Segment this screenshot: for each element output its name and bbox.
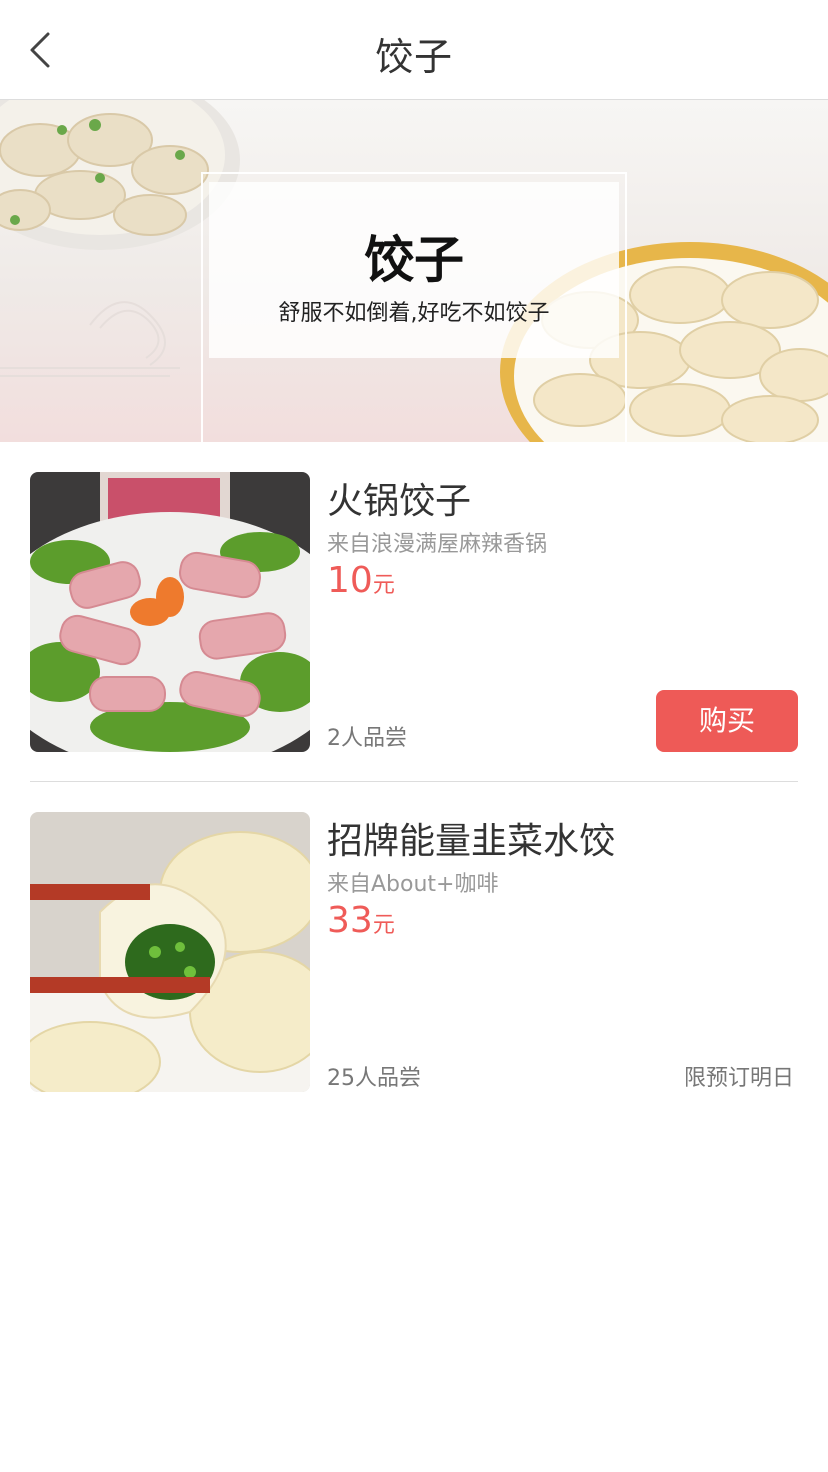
list-item[interactable]: 招牌能量韭菜水饺 来自About+咖啡 33元 25人品尝 限预订明日: [30, 812, 798, 1092]
product-source: 来自About+咖啡: [327, 872, 499, 897]
banner-title: 饺子: [364, 230, 464, 289]
product-image: [30, 812, 310, 1092]
buy-button[interactable]: 购买: [656, 690, 798, 752]
product-name[interactable]: 招牌能量韭菜水饺: [327, 812, 615, 864]
product-price: 10元: [327, 560, 395, 601]
product-source: 来自浪漫满屋麻辣香锅: [327, 532, 548, 557]
price-value: 33: [327, 900, 373, 941]
product-image: [30, 472, 310, 752]
list-item[interactable]: 火锅饺子 来自浪漫满屋麻辣香锅 10元 2人品尝 购买: [30, 472, 798, 752]
price-unit: 元: [372, 573, 395, 598]
preorder-note: 限预订明日: [683, 1066, 794, 1091]
nav-bar: 饺子: [0, 0, 828, 100]
price-unit: 元: [372, 913, 395, 938]
divider: [30, 781, 798, 782]
price-value: 10: [327, 560, 373, 601]
category-banner: 饺子 舒服不如倒着,好吃不如饺子: [0, 100, 828, 442]
page-title: 饺子: [374, 35, 453, 79]
banner-subtitle: 舒服不如倒着,好吃不如饺子: [278, 301, 550, 326]
tasted-count: 25人品尝: [327, 1066, 421, 1091]
tasted-count: 2人品尝: [327, 726, 407, 751]
product-name[interactable]: 火锅饺子: [327, 472, 471, 524]
product-price: 33元: [327, 900, 395, 941]
